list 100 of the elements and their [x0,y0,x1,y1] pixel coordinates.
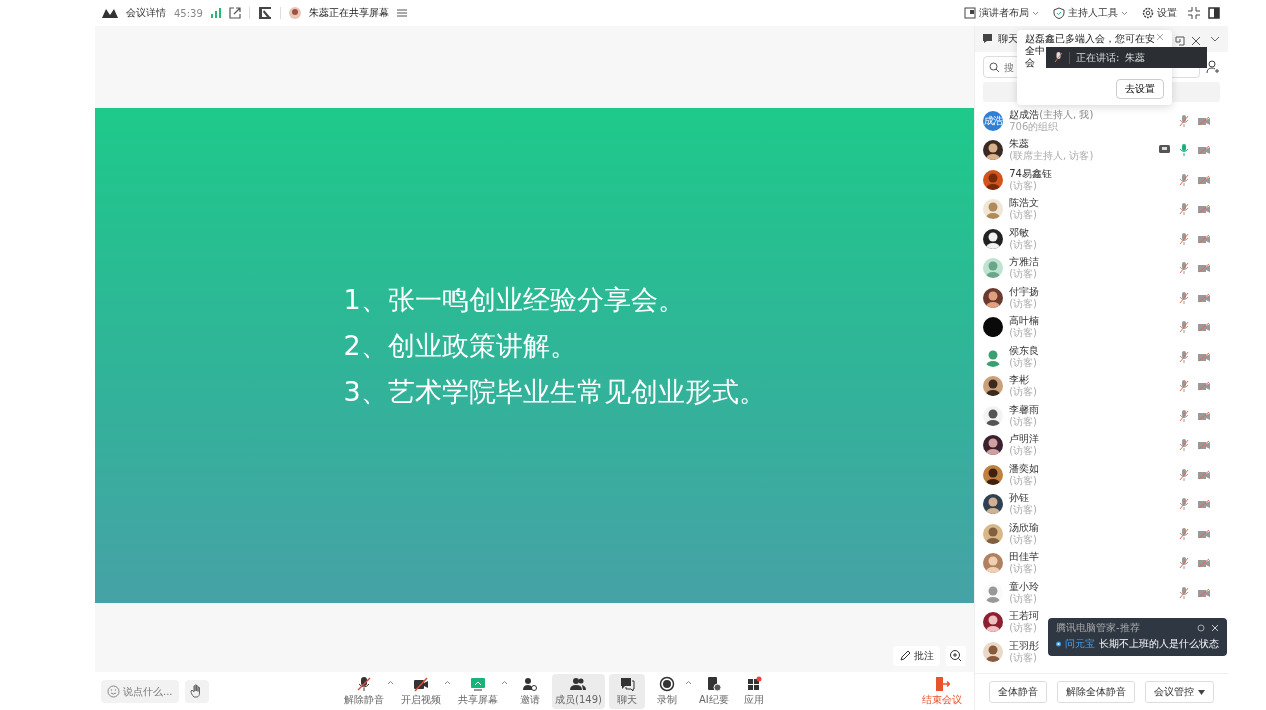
screen-share-icon [470,676,486,692]
promo-source: 腾讯电脑管家-推荐 [1056,621,1140,635]
participant-name: 侯东良 [1009,344,1040,357]
chevron-down-icon [1032,10,1039,16]
camera-off-icon [1198,204,1210,215]
panel-button[interactable]: 会议管控 [1145,681,1215,703]
add-user-icon [522,676,538,692]
meeting-info-link[interactable]: 会议详情 [126,6,166,20]
participant-role: (访客) [1009,563,1038,576]
raise-hand-button[interactable] [185,679,209,703]
caret-icon[interactable] [684,679,692,685]
camera-off-icon [1198,469,1210,480]
record-icon [658,676,675,692]
participant-name: 孙钰 [1009,492,1030,504]
settings-icon [1142,7,1154,19]
muted-microphone-icon [356,676,372,692]
slide-text: 2、创业政策讲解。 [343,329,577,362]
caret-icon[interactable] [387,679,394,685]
layout-button[interactable]: 演讲者布局 [961,6,1042,20]
end-meeting-button[interactable]: 结束会议 [922,675,963,707]
participant-name: 74易鑫钰 [1009,167,1052,180]
host-tools-button[interactable]: 主持人工具 [1050,6,1131,20]
participant-role: (访客) [1009,504,1038,517]
close-icon[interactable] [1191,36,1201,46]
notice-text: 会 [1025,57,1035,69]
participant-role: (访客) [1009,622,1038,635]
participant-role: (联席主持人, 访客) [1009,150,1094,163]
collapse-icon[interactable] [1188,7,1200,19]
participant-role: (访客) [1009,474,1038,487]
participant-role: (访客) [1009,179,1038,192]
chat-icon [618,676,635,692]
participant-name: 汤欣瑜 [1009,521,1040,534]
chat-tab[interactable]: 聊天 [983,32,1019,46]
layout-icon [964,7,976,19]
participant-name: 邓敏 [1009,226,1030,239]
settings-button[interactable]: 设置 [1139,6,1180,20]
settings-icon[interactable] [1197,624,1205,632]
chat-input-field[interactable]: 说点什么... [101,679,179,703]
annotate-button[interactable]: 批注 [893,646,941,666]
participant-name: 李彬 [1009,374,1030,386]
promo-app-name[interactable]: 问元宝 [1065,637,1095,651]
participant-name: 卢明洋 [1009,433,1040,445]
participant-role: (访客) [1009,533,1038,546]
exit-icon [934,676,951,692]
participant-role: (访客) [1009,415,1038,428]
pop-out-icon[interactable] [1175,36,1185,46]
pen-icon [899,650,912,662]
sidebar-toggle-icon[interactable] [1208,7,1220,19]
panel-button[interactable]: 全体静音 [989,681,1048,703]
apps-button[interactable]: 应用 [735,673,772,709]
add-user-icon[interactable] [1206,60,1220,74]
participant-role: (访客) [1009,238,1038,251]
sharing-status: 朱蕊正在共享屏幕 [308,6,389,20]
caret-icon[interactable] [501,679,508,685]
mic-button[interactable]: 解除静音 [341,673,387,709]
chevron-down-icon[interactable] [1210,36,1220,42]
microphone-icon [1054,52,1063,63]
invite-button[interactable]: 邀请 [512,673,548,709]
participant-name: 方雅洁 [1009,256,1040,268]
camera-off-icon [1198,174,1210,185]
camera-off-icon [1198,558,1210,569]
participant-name: 童小玲 [1009,580,1040,593]
video-button[interactable]: 开启视频 [398,673,444,709]
camera-off-icon [1198,410,1210,421]
participant-name: 朱蕊 [1009,138,1030,150]
participant-role: (访客) [1009,356,1038,369]
shield-icon [1053,7,1065,19]
camera-off-icon [413,676,429,692]
search-icon [989,62,1001,73]
camera-off-icon [1198,292,1210,303]
speaking-label: 正在讲话: [1076,50,1120,65]
notice-text: 全中 [1025,45,1045,57]
participant-role: (访客) [1009,209,1038,222]
chat-button[interactable]: 聊天 [608,673,645,709]
participant-role: (访客) [1009,327,1038,340]
panel-button[interactable]: 解除全体静音 [1057,681,1136,703]
promo-text[interactable]: 长期不上班的人是什么状态 [1099,637,1219,651]
caret-icon[interactable] [444,679,451,685]
document-icon [705,676,722,692]
camera-off-icon [1198,263,1210,274]
participant-name: 王若珂 [1009,610,1040,622]
participant-role: 706的组织 [1009,120,1059,133]
share-button[interactable]: 共享屏幕 [455,673,501,709]
speaker-name: 朱蕊 [1125,50,1146,65]
camera-off-icon [1198,233,1210,244]
ai-button[interactable]: AI纪要 [695,673,732,709]
participant-name: 王羽彤 [1009,639,1040,652]
camera-off-icon [1198,145,1210,156]
zoom-in-icon[interactable] [946,646,967,666]
members-button[interactable]: 成员(149) [552,673,605,709]
brush-logo-icon [257,6,272,20]
camera-off-icon [1198,499,1210,510]
participant-role: (访客) [1009,592,1038,605]
go-settings-button[interactable]: 去设置 [1116,79,1164,99]
record-button[interactable]: 录制 [648,673,685,709]
camera-off-icon [1198,528,1210,539]
participant-name: 付宇扬 [1009,285,1040,298]
participant-role: (访客) [1009,268,1038,281]
participant-name: 陈浩文 [1009,197,1040,209]
external-link-icon[interactable] [228,7,241,19]
